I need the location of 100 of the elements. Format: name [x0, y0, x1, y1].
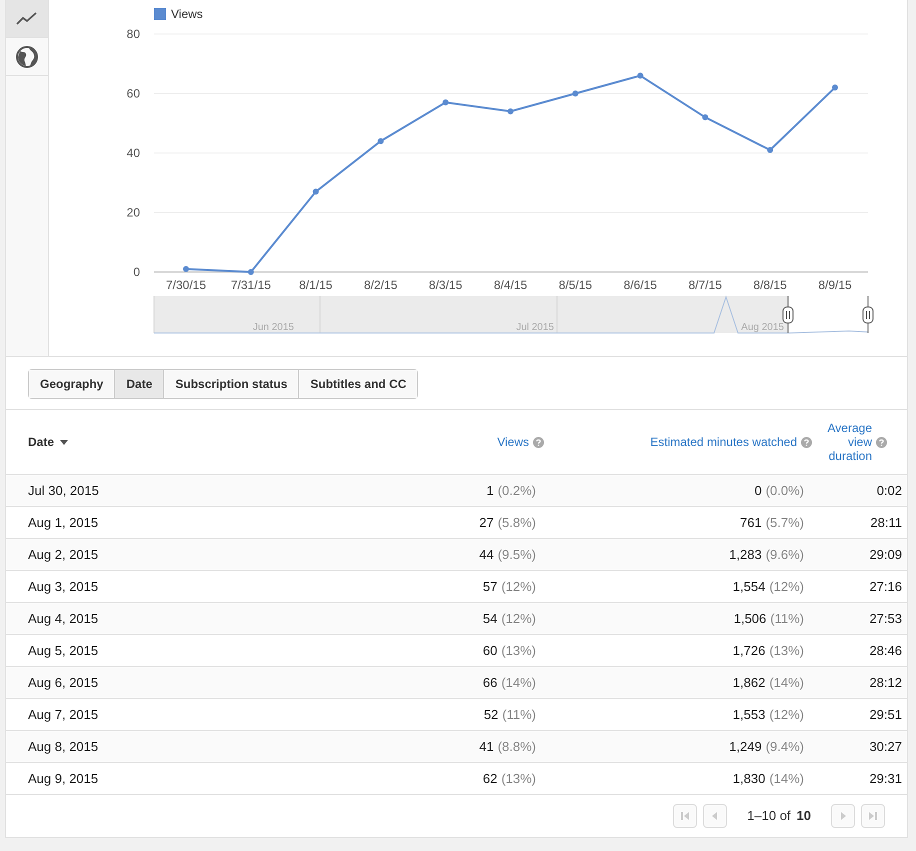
- percentage-text: (12%): [501, 610, 536, 628]
- percentage-text: (12%): [769, 706, 804, 724]
- table-cell-text: Aug 7, 2015: [27, 706, 100, 724]
- percentage-text: (11%): [770, 610, 804, 628]
- column-header[interactable]: Views: [497, 433, 529, 451]
- table-cell-text: Aug 8, 2015: [27, 738, 100, 756]
- chart-type-tab[interactable]: [6, 0, 48, 38]
- x-axis-label: 8/3/15: [428, 278, 462, 292]
- table-cell-text: 29:31: [868, 770, 902, 788]
- last-page-icon: [868, 810, 878, 820]
- table-cell-text: Aug 1, 2015: [27, 514, 100, 532]
- data-point: [508, 108, 514, 114]
- percentage-text: (5.8%): [498, 514, 536, 532]
- navigator-label: Jun 2015: [252, 322, 294, 333]
- x-axis-label: 8/5/15: [558, 278, 592, 292]
- y-axis-label: 20: [126, 206, 140, 220]
- percentage-text: (9.4%): [766, 738, 804, 756]
- table-cell-text: 27:53: [868, 610, 902, 628]
- range-handle[interactable]: [862, 296, 874, 334]
- column-header[interactable]: Average view duration: [822, 421, 872, 463]
- table-cell-text: 52: [484, 706, 498, 724]
- percentage-text: (14%): [769, 674, 804, 692]
- table-cell-text: 28:46: [868, 642, 902, 660]
- x-axis-label: 8/9/15: [818, 278, 852, 292]
- table-cell-text: 41: [479, 738, 494, 756]
- y-axis-label: 80: [126, 27, 140, 41]
- data-point: [637, 72, 644, 79]
- table-cell-text: 1,283: [729, 546, 762, 564]
- previous-page-button[interactable]: [703, 804, 728, 828]
- table-cell-text: 27:16: [868, 578, 902, 596]
- data-point: [702, 114, 708, 120]
- data-point: [832, 84, 838, 91]
- percentage-text: (11%): [502, 706, 536, 724]
- table-cell-text: 0: [754, 482, 762, 500]
- help-icon[interactable]: [876, 436, 887, 448]
- navigator-label: Aug 2015: [741, 322, 784, 333]
- data-point: [312, 188, 319, 195]
- help-icon[interactable]: [801, 436, 812, 448]
- data-point: [572, 90, 578, 96]
- page-total: 10: [796, 806, 811, 825]
- table-cell-text: 1,506: [734, 610, 766, 628]
- data-point: [248, 269, 254, 275]
- percentage-text: (13%): [501, 770, 536, 788]
- range-handle[interactable]: [782, 296, 794, 334]
- sort-caret-icon[interactable]: [60, 440, 68, 444]
- table-cell-text: 28:11: [869, 514, 902, 532]
- globe-icon: [15, 44, 39, 68]
- table-cell-text: 60: [482, 642, 498, 660]
- dimension-tab[interactable]: Date: [114, 370, 164, 398]
- y-axis-label: 60: [126, 86, 140, 100]
- table-cell-text: 62: [482, 770, 498, 788]
- percentage-text: (5.7%): [766, 514, 804, 532]
- percentage-text: (13%): [769, 642, 804, 660]
- navigator-label: Jul 2015: [516, 322, 554, 333]
- percentage-text: (0.2%): [498, 482, 536, 500]
- table-cell-text: 27: [479, 514, 494, 532]
- data-point: [378, 138, 384, 144]
- next-page-icon: [838, 810, 848, 820]
- percentage-text: (13%): [501, 642, 536, 660]
- dimension-tab[interactable]: Subscription status: [163, 370, 298, 398]
- table-cell-text: 29:51: [868, 706, 902, 724]
- table-cell-text: 29:09: [868, 546, 902, 564]
- table-cell-text: 1,249: [729, 738, 762, 756]
- dimension-tab[interactable]: Subtitles and CC: [298, 370, 418, 398]
- percentage-text: (12%): [501, 578, 536, 596]
- table-cell-text: Aug 5, 2015: [27, 642, 100, 660]
- x-axis-label: 7/31/15: [230, 278, 271, 292]
- percentage-text: (14%): [769, 770, 804, 788]
- percentage-text: (0.0%): [766, 482, 804, 500]
- x-axis-label: 7/30/15: [166, 278, 206, 292]
- first-page-button[interactable]: [673, 804, 698, 828]
- percentage-text: (14%): [501, 674, 536, 692]
- table-cell-text: 54: [482, 610, 498, 628]
- x-axis-label: 8/2/15: [364, 278, 398, 292]
- table-cell-text: 57: [482, 578, 498, 596]
- table-cell-text: 1,862: [732, 674, 766, 692]
- table-cell-text: Aug 4, 2015: [27, 610, 100, 628]
- table-cell-text: 1,553: [732, 706, 766, 724]
- table-cell-text: 1,830: [732, 770, 766, 788]
- table-cell-text: 1: [486, 482, 494, 500]
- x-axis-label: 8/1/15: [299, 278, 332, 292]
- y-axis-label: 40: [126, 146, 140, 160]
- help-icon[interactable]: [533, 436, 544, 448]
- dimension-tab[interactable]: Geography: [29, 370, 114, 398]
- table-cell-text: Aug 3, 2015: [27, 578, 100, 596]
- table-cell-text: 30:27: [868, 738, 902, 756]
- table-cell-text: 1,726: [732, 642, 766, 660]
- y-axis-label: 0: [133, 265, 140, 279]
- percentage-text: (12%): [769, 578, 804, 596]
- next-page-button[interactable]: [831, 804, 855, 828]
- last-page-button[interactable]: [861, 804, 885, 828]
- legend-swatch: [154, 8, 166, 20]
- line-chart-icon: [16, 12, 38, 26]
- column-header[interactable]: Date: [28, 433, 54, 451]
- legend-label: Views: [171, 7, 203, 21]
- column-header[interactable]: Estimated minutes watched: [650, 433, 797, 451]
- table-cell-text: 66: [482, 674, 498, 692]
- table-cell-text: 44: [479, 546, 494, 564]
- table-cell-text: 28:12: [868, 674, 902, 692]
- x-axis-label: 8/6/15: [624, 278, 657, 292]
